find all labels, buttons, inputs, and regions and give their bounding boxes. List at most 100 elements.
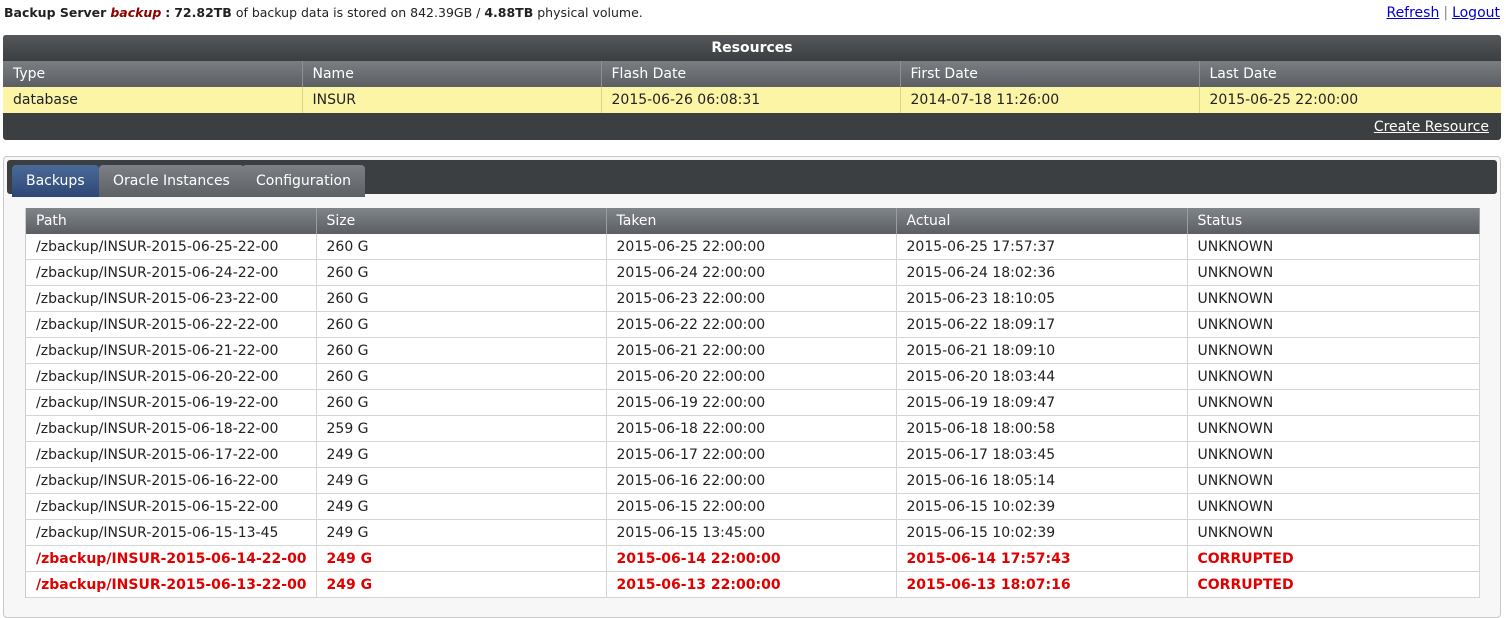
col-type[interactable]: Type xyxy=(3,61,303,87)
backups-table: Path Size Taken Actual Status /zbackup/I… xyxy=(26,208,1480,598)
backup-size: 260 G xyxy=(316,259,607,286)
backup-taken: 2015-06-22 22:00:00 xyxy=(606,311,897,338)
backup-taken: 2015-06-13 22:00:00 xyxy=(606,571,897,598)
table-row[interactable]: /zbackup/INSUR-2015-06-24-22-00 260 G 2015… xyxy=(26,259,1480,286)
backup-status: UNKNOWN xyxy=(1187,441,1480,468)
resource-type: database xyxy=(3,87,303,113)
col-first-date[interactable]: First Date xyxy=(900,61,1200,87)
backup-status: CORRUPTED xyxy=(1187,545,1480,572)
backup-taken: 2015-06-19 22:00:00 xyxy=(606,389,897,416)
logout-link[interactable]: Logout xyxy=(1452,5,1500,21)
resource-first-date: 2014-07-18 11:26:00 xyxy=(900,87,1200,113)
backup-actual: 2015-06-19 18:09:47 xyxy=(896,389,1188,416)
table-row[interactable]: /zbackup/INSUR-2015-06-17-22-00 249 G 2015… xyxy=(26,441,1480,468)
table-row[interactable]: /zbackup/INSUR-2015-06-21-22-00 260 G 2015… xyxy=(26,337,1480,364)
backup-actual: 2015-06-15 10:02:39 xyxy=(896,519,1188,546)
table-row[interactable]: /zbackup/INSUR-2015-06-18-22-00 259 G 2015… xyxy=(26,415,1480,442)
table-row[interactable]: /zbackup/INSUR-2015-06-25-22-00 260 G 2015… xyxy=(26,234,1480,260)
backup-actual: 2015-06-17 18:03:45 xyxy=(896,441,1188,468)
backup-path: /zbackup/INSUR-2015-06-24-22-00 xyxy=(26,259,317,286)
backup-path: /zbackup/INSUR-2015-06-16-22-00 xyxy=(26,467,317,494)
refresh-link[interactable]: Refresh xyxy=(1386,5,1439,21)
resources-panel: Resources Type Name Flash Date First Dat… xyxy=(3,35,1501,140)
table-row[interactable]: /zbackup/INSUR-2015-06-20-22-00 260 G 2015… xyxy=(26,363,1480,390)
backups-table-container: Path Size Taken Actual Status /zbackup/I… xyxy=(25,208,1480,598)
backup-actual: 2015-06-25 17:57:37 xyxy=(896,234,1188,260)
backup-status: CORRUPTED xyxy=(1187,571,1480,598)
resources-header-row: Type Name Flash Date First Date Last Dat… xyxy=(3,61,1501,87)
resource-last-date: 2015-06-25 22:00:00 xyxy=(1199,87,1501,113)
col-path[interactable]: Path xyxy=(26,208,317,234)
backup-taken: 2015-06-17 22:00:00 xyxy=(606,441,897,468)
physical-total: 4.88TB xyxy=(484,5,534,20)
table-row[interactable]: /zbackup/INSUR-2015-06-19-22-00 260 G 2015… xyxy=(26,389,1480,416)
storage-text: of backup data is stored on xyxy=(235,5,407,20)
backup-actual: 2015-06-15 10:02:39 xyxy=(896,493,1188,520)
backup-taken: 2015-06-15 22:00:00 xyxy=(606,493,897,520)
backup-status: UNKNOWN xyxy=(1187,363,1480,390)
backup-path: /zbackup/INSUR-2015-06-13-22-00 xyxy=(26,571,317,598)
backup-actual: 2015-06-20 18:03:44 xyxy=(896,363,1188,390)
backup-size: 260 G xyxy=(316,234,607,260)
table-row[interactable]: /zbackup/INSUR-2015-06-15-22-00 249 G 2015… xyxy=(26,493,1480,520)
backup-actual: 2015-06-24 18:02:36 xyxy=(896,259,1188,286)
backup-size: 249 G xyxy=(316,545,607,572)
backup-size: 260 G xyxy=(316,337,607,364)
colon: : xyxy=(165,5,171,20)
resources-table: Type Name Flash Date First Date Last Dat… xyxy=(3,61,1501,113)
backup-path: /zbackup/INSUR-2015-06-18-22-00 xyxy=(26,415,317,442)
table-row[interactable]: /zbackup/INSUR-2015-06-22-22-00 260 G 2015… xyxy=(26,311,1480,338)
backup-size: 249 G xyxy=(316,519,607,546)
col-last-date[interactable]: Last Date xyxy=(1199,61,1501,87)
backup-size: 249 G xyxy=(316,467,607,494)
backup-size: 260 G xyxy=(316,363,607,390)
backup-actual: 2015-06-14 17:57:43 xyxy=(896,545,1188,572)
top-links: Refresh | Logout xyxy=(1386,0,1500,26)
resources-footer: Create Resource xyxy=(3,113,1501,140)
backup-status: UNKNOWN xyxy=(1187,311,1480,338)
resource-row[interactable]: database INSUR 2015-06-26 06:08:31 2014-… xyxy=(3,87,1501,113)
backup-size: 259 G xyxy=(316,415,607,442)
table-row[interactable]: /zbackup/INSUR-2015-06-14-22-00 249 G 2015… xyxy=(26,545,1480,572)
backup-path: /zbackup/INSUR-2015-06-17-22-00 xyxy=(26,441,317,468)
backup-actual: 2015-06-21 18:09:10 xyxy=(896,337,1188,364)
backups-header-row: Path Size Taken Actual Status xyxy=(26,208,1480,234)
tab-backups[interactable]: Backups xyxy=(12,165,99,197)
tab-oracle-instances[interactable]: Oracle Instances xyxy=(99,165,244,197)
backup-path: /zbackup/INSUR-2015-06-14-22-00 xyxy=(26,545,317,572)
backup-size: 260 G xyxy=(316,389,607,416)
backup-path: /zbackup/INSUR-2015-06-23-22-00 xyxy=(26,285,317,312)
status-bar: Backup Server backup : 72.82TB of backup… xyxy=(4,0,1502,26)
tab-configuration[interactable]: Configuration xyxy=(242,165,365,197)
backup-taken: 2015-06-25 22:00:00 xyxy=(606,234,897,260)
col-size[interactable]: Size xyxy=(316,208,607,234)
backup-size: 72.82TB xyxy=(174,5,232,20)
create-resource-link[interactable]: Create Resource xyxy=(1374,119,1489,135)
col-name[interactable]: Name xyxy=(302,61,602,87)
table-row[interactable]: /zbackup/INSUR-2015-06-16-22-00 249 G 2015… xyxy=(26,467,1480,494)
col-actual[interactable]: Actual xyxy=(896,208,1188,234)
backup-size: 249 G xyxy=(316,493,607,520)
col-flash-date[interactable]: Flash Date xyxy=(601,61,901,87)
resource-name: INSUR xyxy=(302,87,602,113)
backup-taken: 2015-06-21 22:00:00 xyxy=(606,337,897,364)
tab-bar: Backups Oracle Instances Configuration xyxy=(7,160,1497,197)
slash: / xyxy=(476,5,481,20)
table-row[interactable]: /zbackup/INSUR-2015-06-23-22-00 260 G 2015… xyxy=(26,285,1480,312)
backup-size: 249 G xyxy=(316,571,607,598)
resources-title: Resources xyxy=(3,35,1501,61)
backup-taken: 2015-06-15 13:45:00 xyxy=(606,519,897,546)
table-row[interactable]: /zbackup/INSUR-2015-06-15-13-45 249 G 2015… xyxy=(26,519,1480,546)
col-status[interactable]: Status xyxy=(1187,208,1480,234)
col-taken[interactable]: Taken xyxy=(606,208,897,234)
backup-size: 260 G xyxy=(316,285,607,312)
resource-flash-date: 2015-06-26 06:08:31 xyxy=(601,87,901,113)
backup-taken: 2015-06-20 22:00:00 xyxy=(606,363,897,390)
table-row[interactable]: /zbackup/INSUR-2015-06-13-22-00 249 G 2015… xyxy=(26,571,1480,598)
backup-size: 260 G xyxy=(316,311,607,338)
backup-status: UNKNOWN xyxy=(1187,389,1480,416)
backup-status: UNKNOWN xyxy=(1187,415,1480,442)
tabs-panel: Backups Oracle Instances Configuration P… xyxy=(3,156,1501,618)
storage-suffix: physical volume. xyxy=(537,5,643,20)
server-label: Backup Server xyxy=(4,5,107,20)
